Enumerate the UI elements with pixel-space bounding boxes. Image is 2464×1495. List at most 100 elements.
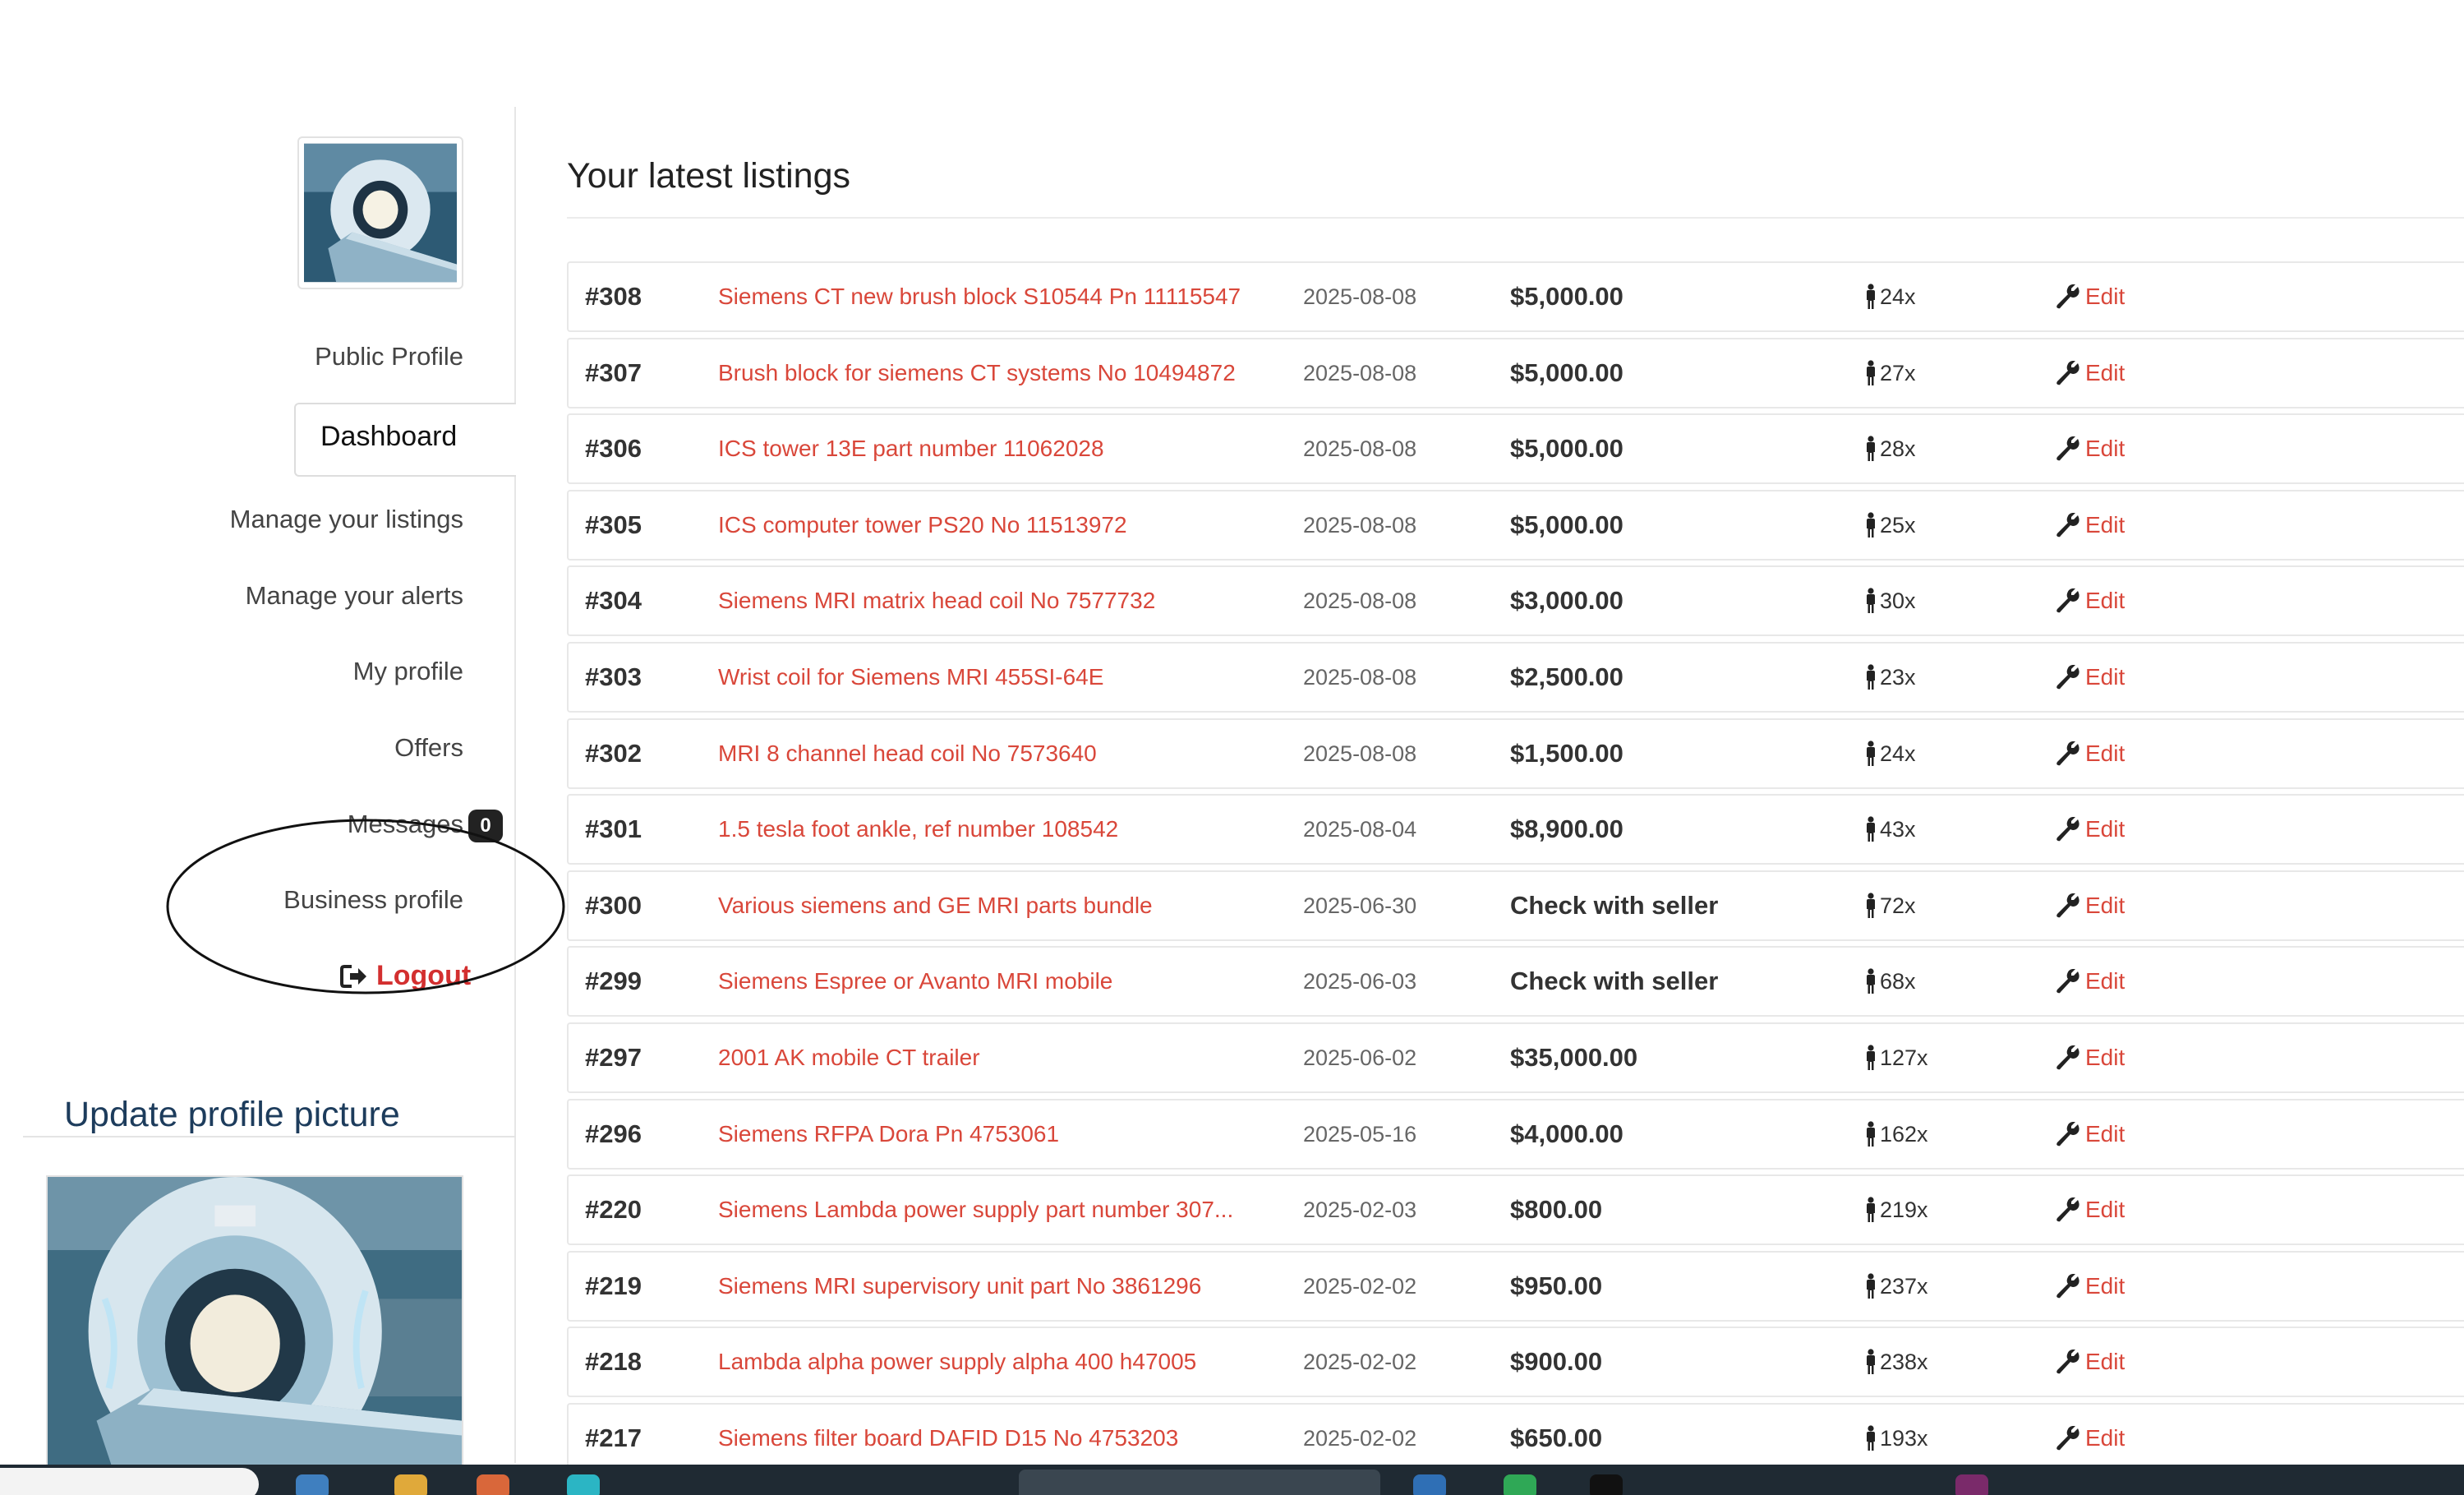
listing-title-link[interactable]: Lambda alpha power supply alpha 400 h470…: [718, 1328, 1196, 1396]
listing-title-link[interactable]: ICS tower 13E part number 11062028: [718, 415, 1104, 482]
listing-edit-link[interactable]: Edit: [2056, 491, 2125, 559]
taskbar-search-box[interactable]: [0, 1468, 259, 1495]
listing-id: #220: [585, 1195, 642, 1225]
listing-id: #305: [585, 510, 642, 539]
listing-id: #303: [585, 662, 642, 691]
logout-label[interactable]: Logout: [376, 960, 471, 992]
edit-label[interactable]: Edit: [2085, 872, 2125, 939]
listing-views: 193x: [1865, 1405, 1928, 1472]
edit-label[interactable]: Edit: [2085, 948, 2125, 1015]
listing-edit-link[interactable]: Edit: [2056, 1024, 2125, 1091]
listing-edit-link[interactable]: Edit: [2056, 720, 2125, 787]
sidebar-item-messages[interactable]: Messages: [348, 810, 463, 839]
listing-title-link[interactable]: 2001 AK mobile CT trailer: [718, 1024, 980, 1091]
logout-link[interactable]: Logout: [340, 960, 471, 992]
listing-edit-link[interactable]: Edit: [2056, 1405, 2125, 1472]
listing-edit-link[interactable]: Edit: [2056, 796, 2125, 863]
mri-scanner-thumbnail: [304, 143, 457, 283]
listing-edit-link[interactable]: Edit: [2056, 1253, 2125, 1320]
listing-edit-link[interactable]: Edit: [2056, 415, 2125, 482]
listings-table: #308 Siemens CT new brush block S10544 Pn…: [567, 261, 2464, 1479]
listing-edit-link[interactable]: Edit: [2056, 644, 2125, 711]
listing-edit-link[interactable]: Edit: [2056, 263, 2125, 330]
listing-views: 68x: [1865, 948, 1916, 1015]
listing-edit-link[interactable]: Edit: [2056, 1328, 2125, 1396]
listing-row: #308 Siemens CT new brush block S10544 Pn…: [567, 261, 2464, 332]
listing-title-link[interactable]: ICS computer tower PS20 No 11513972: [718, 491, 1127, 559]
sidebar-item-dashboard[interactable]: Dashboard: [320, 421, 457, 453]
edit-label[interactable]: Edit: [2085, 491, 2125, 559]
listing-title-link[interactable]: Siemens CT new brush block S10544 Pn 111…: [718, 263, 1241, 330]
sidebar-item-public-profile[interactable]: Public Profile: [315, 342, 463, 371]
listing-date: 2025-06-03: [1303, 969, 1417, 994]
taskbar-app-icon[interactable]: [477, 1474, 509, 1495]
listing-date: 2025-02-02: [1303, 1425, 1417, 1451]
profile-picture-preview[interactable]: [46, 1175, 463, 1471]
listing-views-count: 237x: [1880, 1273, 1928, 1299]
taskbar-app-icon[interactable]: [1504, 1474, 1536, 1495]
listing-title-link[interactable]: Siemens RFPA Dora Pn 4753061: [718, 1100, 1059, 1168]
listing-date: 2025-05-16: [1303, 1121, 1417, 1147]
listing-price: $1,500.00: [1510, 738, 1623, 768]
listing-price: $800.00: [1510, 1195, 1603, 1225]
listing-edit-link[interactable]: Edit: [2056, 567, 2125, 634]
listing-title-link[interactable]: Various siemens and GE MRI parts bundle: [718, 872, 1153, 939]
sidebar-item-manage-alerts[interactable]: Manage your alerts: [246, 581, 463, 611]
listing-title-link[interactable]: MRI 8 channel head coil No 7573640: [718, 720, 1097, 787]
sidebar-item-manage-listings[interactable]: Manage your listings: [230, 505, 463, 534]
listing-edit-link[interactable]: Edit: [2056, 872, 2125, 939]
wrench-icon: [2056, 284, 2079, 309]
listing-edit-link[interactable]: Edit: [2056, 339, 2125, 407]
edit-label[interactable]: Edit: [2085, 1328, 2125, 1396]
listing-edit-link[interactable]: Edit: [2056, 1100, 2125, 1168]
listing-edit-link[interactable]: Edit: [2056, 1176, 2125, 1244]
wrench-icon: [2056, 664, 2079, 690]
listing-date: 2025-06-30: [1303, 893, 1417, 918]
edit-label[interactable]: Edit: [2085, 339, 2125, 407]
edit-label[interactable]: Edit: [2085, 720, 2125, 787]
listing-id: #302: [585, 738, 642, 768]
listing-price: $8,900.00: [1510, 814, 1623, 844]
sidebar-item-business-profile[interactable]: Business profile: [283, 885, 463, 915]
listing-title-link[interactable]: Siemens MRI supervisory unit part No 386…: [718, 1253, 1201, 1320]
edit-label[interactable]: Edit: [2085, 263, 2125, 330]
listing-price: $3,000.00: [1510, 586, 1623, 616]
listing-views: 238x: [1865, 1328, 1928, 1396]
sidebar-item-my-profile[interactable]: My profile: [353, 657, 463, 686]
edit-label[interactable]: Edit: [2085, 1100, 2125, 1168]
wrench-icon: [2056, 969, 2079, 994]
taskbar-app-icon[interactable]: [296, 1474, 329, 1495]
edit-label[interactable]: Edit: [2085, 1405, 2125, 1472]
listing-row: #300 Various siemens and GE MRI parts bun…: [567, 870, 2464, 941]
taskbar-active-window[interactable]: [1019, 1470, 1380, 1495]
edit-label[interactable]: Edit: [2085, 1253, 2125, 1320]
listing-title-link[interactable]: Siemens Espree or Avanto MRI mobile: [718, 948, 1112, 1015]
listing-title-link[interactable]: 1.5 tesla foot ankle, ref number 108542: [718, 796, 1118, 863]
sidebar-item-offers[interactable]: Offers: [394, 733, 463, 763]
person-views-icon: [1867, 1425, 1875, 1451]
edit-label[interactable]: Edit: [2085, 415, 2125, 482]
listing-edit-link[interactable]: Edit: [2056, 948, 2125, 1015]
edit-label[interactable]: Edit: [2085, 567, 2125, 634]
page-title: Your latest listings: [567, 156, 850, 196]
listing-title-link[interactable]: Siemens filter board DAFID D15 No 475320…: [718, 1405, 1178, 1472]
listing-title-link[interactable]: Siemens MRI matrix head coil No 7577732: [718, 567, 1155, 634]
listing-title-link[interactable]: Brush block for siemens CT systems No 10…: [718, 339, 1236, 407]
listing-title-link[interactable]: Wrist coil for Siemens MRI 455SI-64E: [718, 644, 1103, 711]
person-views-icon: [1867, 1349, 1875, 1375]
listing-views-count: 25x: [1880, 512, 1916, 538]
taskbar-app-icon[interactable]: [1955, 1474, 1988, 1495]
taskbar-app-icon[interactable]: [567, 1474, 600, 1495]
edit-label[interactable]: Edit: [2085, 1176, 2125, 1244]
wrench-icon: [2056, 436, 2079, 461]
taskbar-app-icon[interactable]: [1590, 1474, 1623, 1495]
edit-label[interactable]: Edit: [2085, 1024, 2125, 1091]
person-views-icon: [1867, 1120, 1875, 1147]
listing-price: $5,000.00: [1510, 510, 1623, 539]
taskbar-app-icon[interactable]: [1413, 1474, 1446, 1495]
listing-id: #296: [585, 1119, 642, 1148]
edit-label[interactable]: Edit: [2085, 644, 2125, 711]
listing-title-link[interactable]: Siemens Lambda power supply part number …: [718, 1176, 1233, 1244]
taskbar-app-icon[interactable]: [394, 1474, 427, 1495]
edit-label[interactable]: Edit: [2085, 796, 2125, 863]
